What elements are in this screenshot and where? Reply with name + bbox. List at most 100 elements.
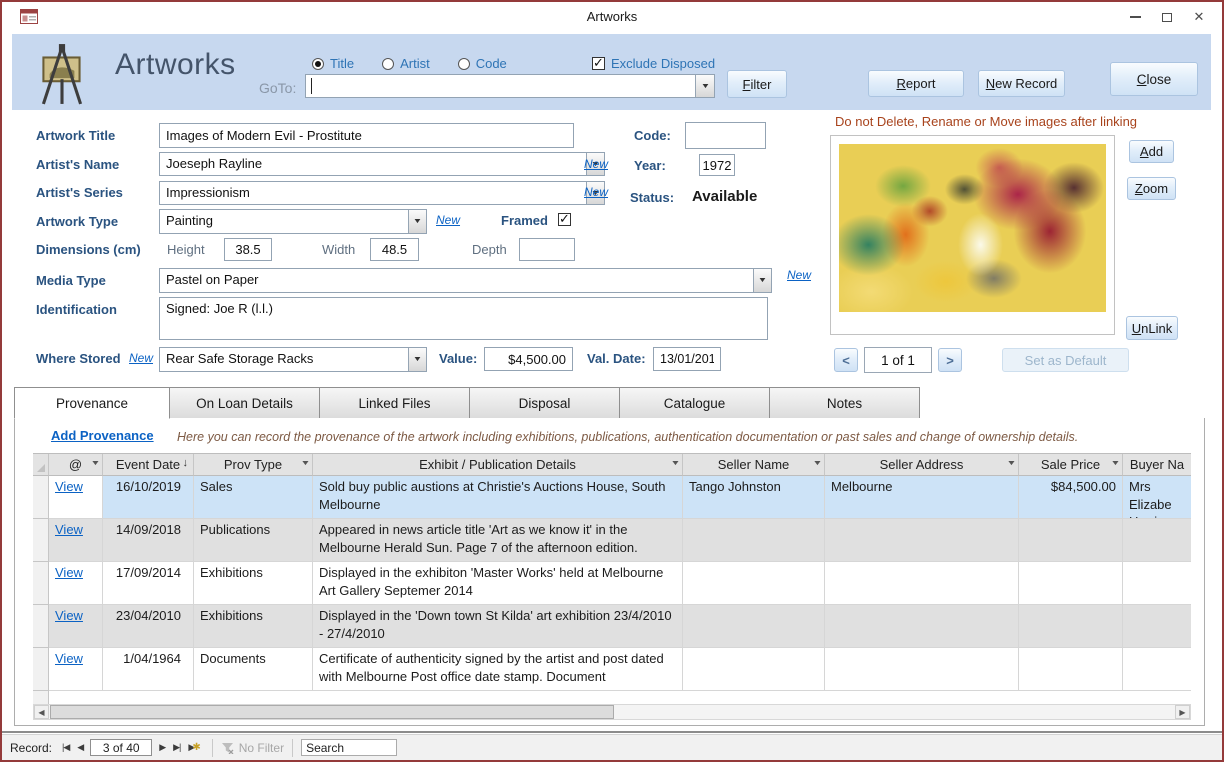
chevron-down-icon[interactable]: ▼ (408, 348, 426, 371)
zoom-image-button[interactable]: Zoom (1127, 177, 1176, 200)
column-header-seller-address[interactable]: Seller Address▼ (825, 454, 1019, 476)
minimize-button[interactable] (1122, 8, 1148, 26)
details-cell[interactable]: Certificate of authenticity signed by th… (313, 648, 683, 691)
view-link[interactable]: View (55, 565, 83, 580)
previous-record-icon[interactable]: ◀ (77, 742, 83, 753)
code-input[interactable] (685, 122, 766, 149)
buyer-name-cell[interactable] (1123, 519, 1191, 562)
year-input[interactable] (699, 154, 735, 176)
filter-dropdown-icon[interactable]: ▼ (300, 460, 310, 467)
seller-address-cell[interactable] (825, 562, 1019, 605)
report-button[interactable]: Report (868, 70, 964, 97)
filter-dropdown-icon[interactable]: ▼ (90, 460, 100, 467)
width-input[interactable] (370, 238, 419, 261)
set-as-default-button[interactable]: Set as Default (1002, 348, 1129, 372)
view-link[interactable]: View (55, 651, 83, 666)
seller-address-cell[interactable] (825, 648, 1019, 691)
event-date-cell[interactable]: 14/09/2018 (103, 519, 194, 562)
exclude-disposed-checkbox[interactable]: Exclude Disposed (592, 56, 715, 71)
seller-address-cell[interactable] (825, 605, 1019, 648)
first-record-icon[interactable]: |◀ (62, 742, 69, 753)
column-header-attachment[interactable]: @▼ (49, 454, 103, 476)
seller-name-cell[interactable] (683, 605, 825, 648)
datasheet-corner-icon[interactable] (33, 454, 49, 476)
filter-dropdown-icon[interactable]: ▼ (812, 460, 822, 467)
add-provenance-link[interactable]: Add Provenance (51, 428, 154, 443)
seller-name-cell[interactable] (683, 648, 825, 691)
table-row[interactable]: View 17/09/2014 Exhibitions Displayed in… (33, 562, 1191, 605)
val-date-input[interactable] (653, 347, 721, 371)
buyer-name-cell[interactable]: Mrs Elizabe Harris (1123, 476, 1191, 519)
radio-code[interactable]: Code (458, 56, 507, 71)
artist-series-combobox[interactable]: Impressionism ▼ (159, 181, 605, 205)
details-cell[interactable]: Appeared in news article title 'Art as w… (313, 519, 683, 562)
next-image-button[interactable]: > (938, 348, 962, 372)
filter-dropdown-icon[interactable]: ▼ (1110, 460, 1120, 467)
event-date-cell[interactable]: 23/04/2010 (103, 605, 194, 648)
buyer-name-cell[interactable] (1123, 648, 1191, 691)
value-input[interactable] (484, 347, 573, 371)
column-header-buyer-name[interactable]: Buyer Na (1123, 454, 1191, 476)
horizontal-scrollbar[interactable]: ◀ ▶ (33, 704, 1191, 720)
seller-name-cell[interactable]: Tango Johnston (683, 476, 825, 519)
buyer-name-cell[interactable] (1123, 562, 1191, 605)
height-input[interactable] (224, 238, 272, 261)
record-selector[interactable] (33, 476, 49, 519)
new-type-link[interactable]: New (436, 213, 460, 227)
radio-artist[interactable]: Artist (382, 56, 430, 71)
scroll-right-icon[interactable]: ▶ (1175, 705, 1190, 719)
filter-dropdown-icon[interactable]: ▼ (670, 460, 680, 467)
search-input[interactable] (301, 739, 397, 756)
previous-image-button[interactable]: < (834, 348, 858, 372)
new-record-button[interactable]: New Record (978, 70, 1065, 97)
radio-title[interactable]: Title (312, 56, 354, 71)
prov-type-cell[interactable]: Sales (194, 476, 313, 519)
record-selector[interactable] (33, 605, 49, 648)
details-cell[interactable]: Displayed in the 'Down town St Kilda' ar… (313, 605, 683, 648)
close-form-button[interactable]: Close (1110, 62, 1198, 96)
unlink-image-button[interactable]: UnLink (1126, 316, 1178, 340)
column-header-prov-type[interactable]: Prov Type▼ (194, 454, 313, 476)
new-media-link[interactable]: New (787, 268, 811, 282)
event-date-cell[interactable]: 1/04/1964 (103, 648, 194, 691)
tab-disposal[interactable]: Disposal (470, 387, 620, 419)
view-link[interactable]: View (55, 522, 83, 537)
artist-name-combobox[interactable]: Joeseph Rayline ▼ (159, 152, 605, 176)
scroll-left-icon[interactable]: ◀ (34, 705, 49, 719)
new-stored-link[interactable]: New (129, 351, 153, 365)
column-header-seller-name[interactable]: Seller Name▼ (683, 454, 825, 476)
sale-price-cell[interactable] (1019, 562, 1123, 605)
artwork-type-combobox[interactable]: Painting ▼ (159, 209, 427, 234)
filter-dropdown-icon[interactable]: ▼ (1006, 460, 1016, 467)
column-header-sale-price[interactable]: Sale Price▼ (1019, 454, 1123, 476)
prov-type-cell[interactable]: Publications (194, 519, 313, 562)
prov-type-cell[interactable]: Documents (194, 648, 313, 691)
sale-price-cell[interactable] (1019, 648, 1123, 691)
seller-name-cell[interactable] (683, 562, 825, 605)
event-date-cell[interactable]: 17/09/2014 (103, 562, 194, 605)
framed-checkbox[interactable] (558, 213, 571, 226)
identification-input[interactable]: Signed: Joe R (l.l.) (159, 297, 768, 340)
tab-notes[interactable]: Notes (770, 387, 920, 419)
tab-catalogue[interactable]: Catalogue (620, 387, 770, 419)
maximize-button[interactable] (1154, 8, 1180, 26)
view-link[interactable]: View (55, 608, 83, 623)
column-header-details[interactable]: Exhibit / Publication Details▼ (313, 454, 683, 476)
prov-type-cell[interactable]: Exhibitions (194, 562, 313, 605)
seller-address-cell[interactable]: Melbourne (825, 476, 1019, 519)
goto-combobox[interactable]: ▼ (305, 74, 715, 98)
last-record-icon[interactable]: ▶| (173, 742, 180, 753)
details-cell[interactable]: Sold buy public austions at Christie's A… (313, 476, 683, 519)
chevron-down-icon[interactable]: ▼ (695, 75, 714, 97)
details-cell[interactable]: Displayed in the exhibiton 'Master Works… (313, 562, 683, 605)
record-selector[interactable] (33, 648, 49, 691)
media-type-combobox[interactable]: Pastel on Paper ▼ (159, 268, 772, 293)
next-record-icon[interactable]: ▶ (159, 742, 165, 753)
artwork-title-input[interactable] (159, 123, 574, 148)
add-image-button[interactable]: Add (1129, 140, 1174, 163)
depth-input[interactable] (519, 238, 575, 261)
view-link[interactable]: View (55, 479, 83, 494)
tab-provenance[interactable]: Provenance (14, 387, 170, 419)
table-row[interactable]: View 1/04/1964 Documents Certificate of … (33, 648, 1191, 691)
column-header-event-date[interactable]: Event Date↓ (103, 454, 194, 476)
